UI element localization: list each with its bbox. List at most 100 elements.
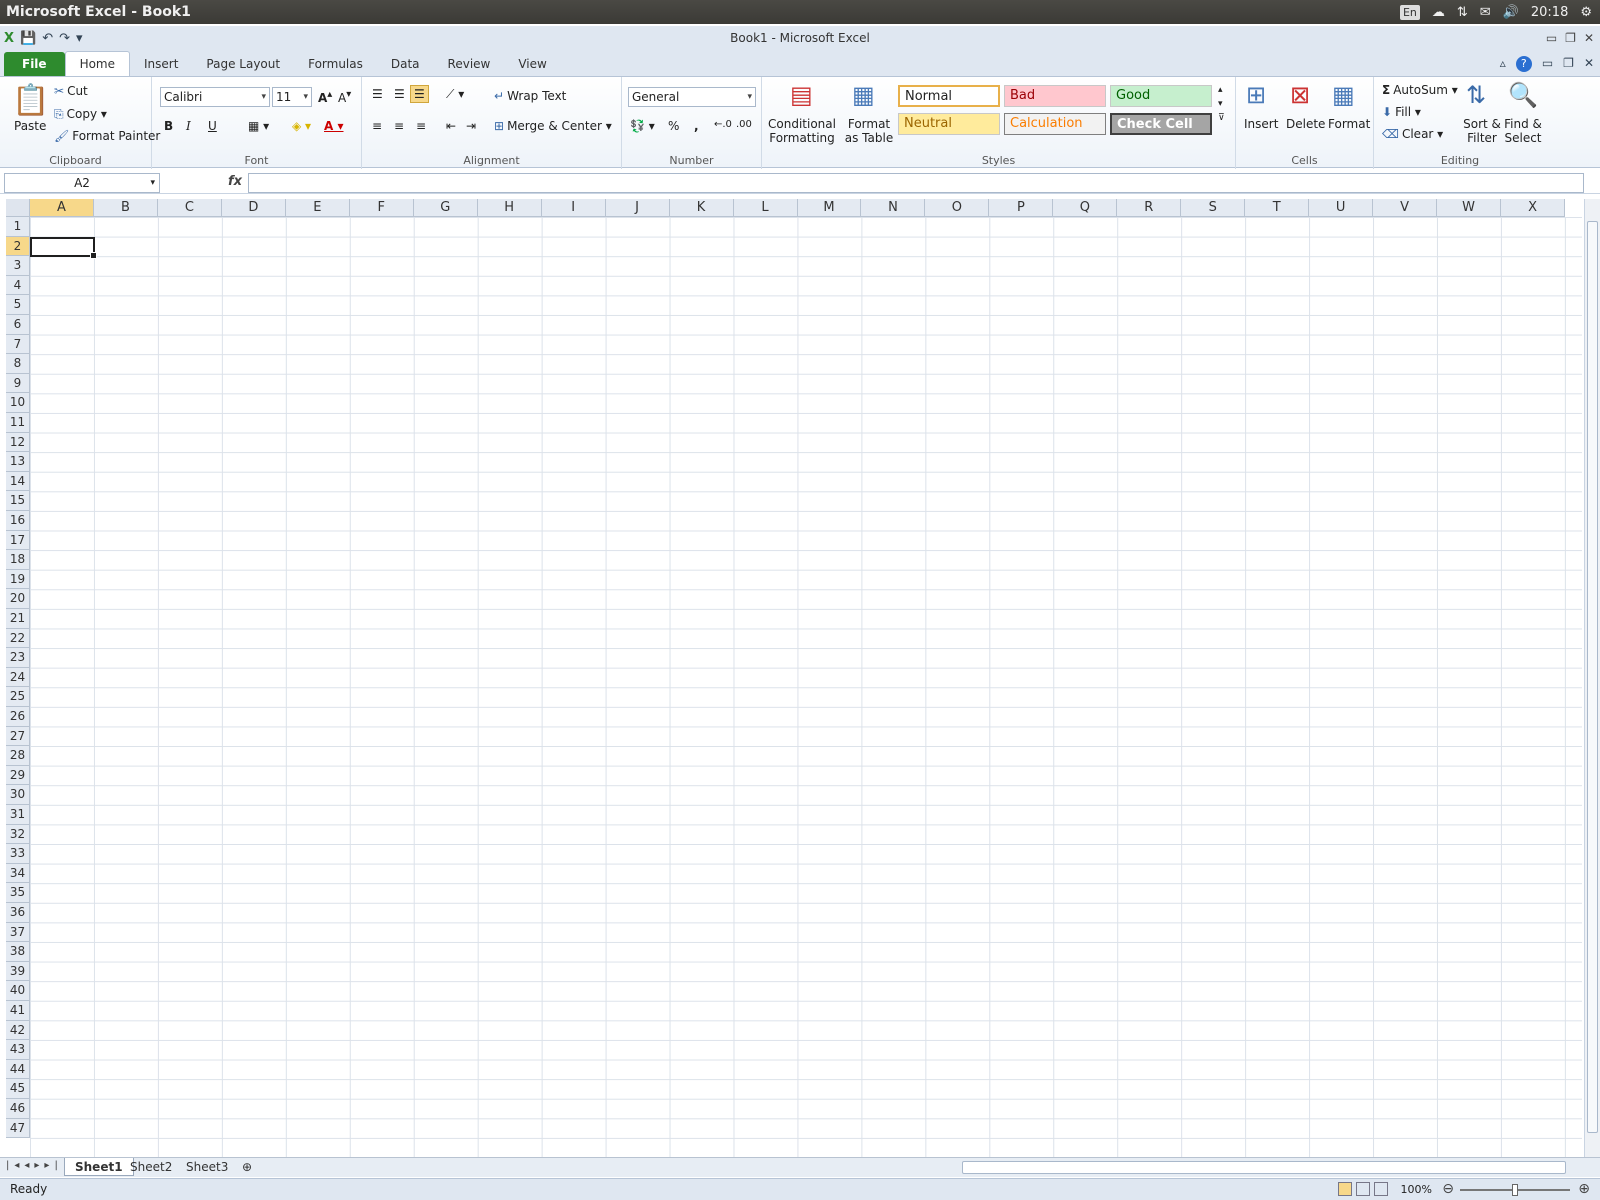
decrease-decimal-icon[interactable]: .00 <box>736 119 752 130</box>
row-header-36[interactable]: 36 <box>6 903 30 923</box>
tab-view[interactable]: View <box>504 52 560 76</box>
row-header-18[interactable]: 18 <box>6 550 30 570</box>
row-header-46[interactable]: 46 <box>6 1099 30 1119</box>
customize-qat-icon[interactable]: ▾ <box>76 31 83 46</box>
tab-page-layout[interactable]: Page Layout <box>192 52 294 76</box>
wrap-text-button[interactable]: ↵ Wrap Text <box>494 89 566 103</box>
column-header-h[interactable]: H <box>477 199 542 217</box>
zoom-slider-knob[interactable] <box>1512 1184 1518 1196</box>
align-right-icon[interactable]: ≡ <box>416 119 426 133</box>
grow-font-icon[interactable]: A▴ <box>318 89 332 105</box>
row-header-39[interactable]: 39 <box>6 961 30 982</box>
page-break-view-icon[interactable] <box>1374 1182 1388 1196</box>
row-header-38[interactable]: 38 <box>6 942 30 962</box>
shrink-font-icon[interactable]: A▾ <box>338 89 351 105</box>
currency-icon[interactable]: 💱 ▾ <box>630 119 655 133</box>
column-header-j[interactable]: J <box>605 199 670 217</box>
align-center-icon[interactable]: ≡ <box>394 119 404 133</box>
zoom-in-icon[interactable]: ⊕ <box>1578 1181 1590 1197</box>
row-header-3[interactable]: 3 <box>6 256 30 276</box>
column-header-k[interactable]: K <box>669 199 734 217</box>
column-header-f[interactable]: F <box>349 199 414 217</box>
sheet-tab-2[interactable]: Sheet2 <box>120 1158 182 1176</box>
row-header-14[interactable]: 14 <box>6 471 30 492</box>
column-header-e[interactable]: E <box>285 199 350 217</box>
row-header-17[interactable]: 17 <box>6 530 30 551</box>
align-middle-icon[interactable]: ☰ <box>394 87 405 101</box>
row-header-37[interactable]: 37 <box>6 922 30 943</box>
align-top-icon[interactable]: ☰ <box>372 87 383 101</box>
delete-cells-button[interactable]: Delete <box>1286 117 1325 131</box>
format-cells-button[interactable]: Format <box>1328 117 1370 131</box>
clock[interactable]: 20:18 <box>1531 5 1568 20</box>
zoom-out-icon[interactable]: ⊖ <box>1442 1181 1454 1197</box>
save-icon[interactable]: 💾 <box>20 31 36 46</box>
redo-icon[interactable]: ↷ <box>59 31 70 46</box>
minimize-workbook-icon[interactable]: ▭ <box>1542 56 1553 72</box>
font-size-select[interactable]: 11 <box>272 87 312 107</box>
style-calculation[interactable]: Calculation <box>1004 113 1106 135</box>
bold-button[interactable]: B <box>164 119 173 133</box>
help-icon[interactable]: ? <box>1515 56 1532 72</box>
row-header-8[interactable]: 8 <box>6 354 30 374</box>
row-header-30[interactable]: 30 <box>6 785 30 805</box>
row-header-1[interactable]: 1 <box>6 217 30 237</box>
autosum-button[interactable]: Σ AutoSum ▾ <box>1382 83 1458 97</box>
column-header-a[interactable]: A <box>30 199 94 217</box>
network-icon[interactable]: ⇅ <box>1457 5 1468 20</box>
conditional-formatting-button[interactable]: Conditional Formatting <box>766 117 838 145</box>
zoom-slider[interactable] <box>1460 1184 1570 1196</box>
font-family-select[interactable]: Calibri <box>160 87 270 107</box>
zoom-level[interactable]: 100% <box>1401 1183 1432 1196</box>
format-painter-button[interactable]: 🖌 Format Painter <box>54 129 160 143</box>
fill-button[interactable]: ⬇ Fill ▾ <box>1382 105 1421 119</box>
minimize-ribbon-icon[interactable]: ▵ <box>1500 56 1506 72</box>
column-header-d[interactable]: D <box>221 199 286 217</box>
formula-input[interactable] <box>248 173 1584 193</box>
row-header-23[interactable]: 23 <box>6 648 30 668</box>
column-header-c[interactable]: C <box>157 199 222 217</box>
select-all-corner[interactable] <box>6 199 30 217</box>
find-select-button[interactable]: Find & Select <box>1502 117 1544 145</box>
row-header-16[interactable]: 16 <box>6 511 30 531</box>
minimize-window-icon[interactable]: ▭ <box>1546 31 1557 45</box>
normal-view-icon[interactable] <box>1338 1182 1352 1196</box>
style-bad[interactable]: Bad <box>1004 85 1106 107</box>
name-box[interactable]: A2 <box>4 173 160 193</box>
row-header-11[interactable]: 11 <box>6 413 30 433</box>
row-header-24[interactable]: 24 <box>6 667 30 688</box>
row-header-13[interactable]: 13 <box>6 452 30 472</box>
column-header-u[interactable]: U <box>1309 199 1374 217</box>
increase-indent-icon[interactable]: ⇥ <box>466 119 476 133</box>
row-header-31[interactable]: 31 <box>6 805 30 825</box>
style-normal[interactable]: Normal <box>898 85 1000 107</box>
row-header-7[interactable]: 7 <box>6 334 30 355</box>
sheet-nav-arrows[interactable]: |◂◂▸▸| <box>6 1160 63 1171</box>
row-header-41[interactable]: 41 <box>6 1001 30 1021</box>
close-window-icon[interactable]: ✕ <box>1584 31 1594 45</box>
tab-home[interactable]: Home <box>64 51 130 76</box>
row-header-44[interactable]: 44 <box>6 1059 30 1080</box>
row-header-22[interactable]: 22 <box>6 628 30 649</box>
cloud-icon[interactable]: ☁ <box>1432 5 1445 20</box>
comma-button[interactable]: , <box>694 119 699 133</box>
row-header-6[interactable]: 6 <box>6 315 30 335</box>
percent-button[interactable]: % <box>668 119 679 133</box>
tab-data[interactable]: Data <box>377 52 434 76</box>
mail-icon[interactable]: ✉ <box>1480 5 1491 20</box>
column-header-w[interactable]: W <box>1437 199 1502 217</box>
vertical-scrollbar[interactable] <box>1584 199 1600 1157</box>
column-header-b[interactable]: B <box>93 199 158 217</box>
orientation-icon[interactable]: ⟋ ▾ <box>446 87 464 102</box>
row-header-26[interactable]: 26 <box>6 707 30 727</box>
active-cell[interactable] <box>30 236 97 259</box>
fill-color-icon[interactable]: ◈ ▾ <box>292 119 311 133</box>
keyboard-layout-indicator[interactable]: En <box>1399 4 1420 20</box>
restore-workbook-icon[interactable]: ❐ <box>1563 56 1574 72</box>
row-header-10[interactable]: 10 <box>6 393 30 413</box>
italic-button[interactable]: I <box>186 119 191 133</box>
align-left-icon[interactable]: ≡ <box>372 119 382 133</box>
row-header-20[interactable]: 20 <box>6 589 30 609</box>
row-header-29[interactable]: 29 <box>6 765 30 786</box>
gear-icon[interactable]: ⚙ <box>1580 5 1592 20</box>
